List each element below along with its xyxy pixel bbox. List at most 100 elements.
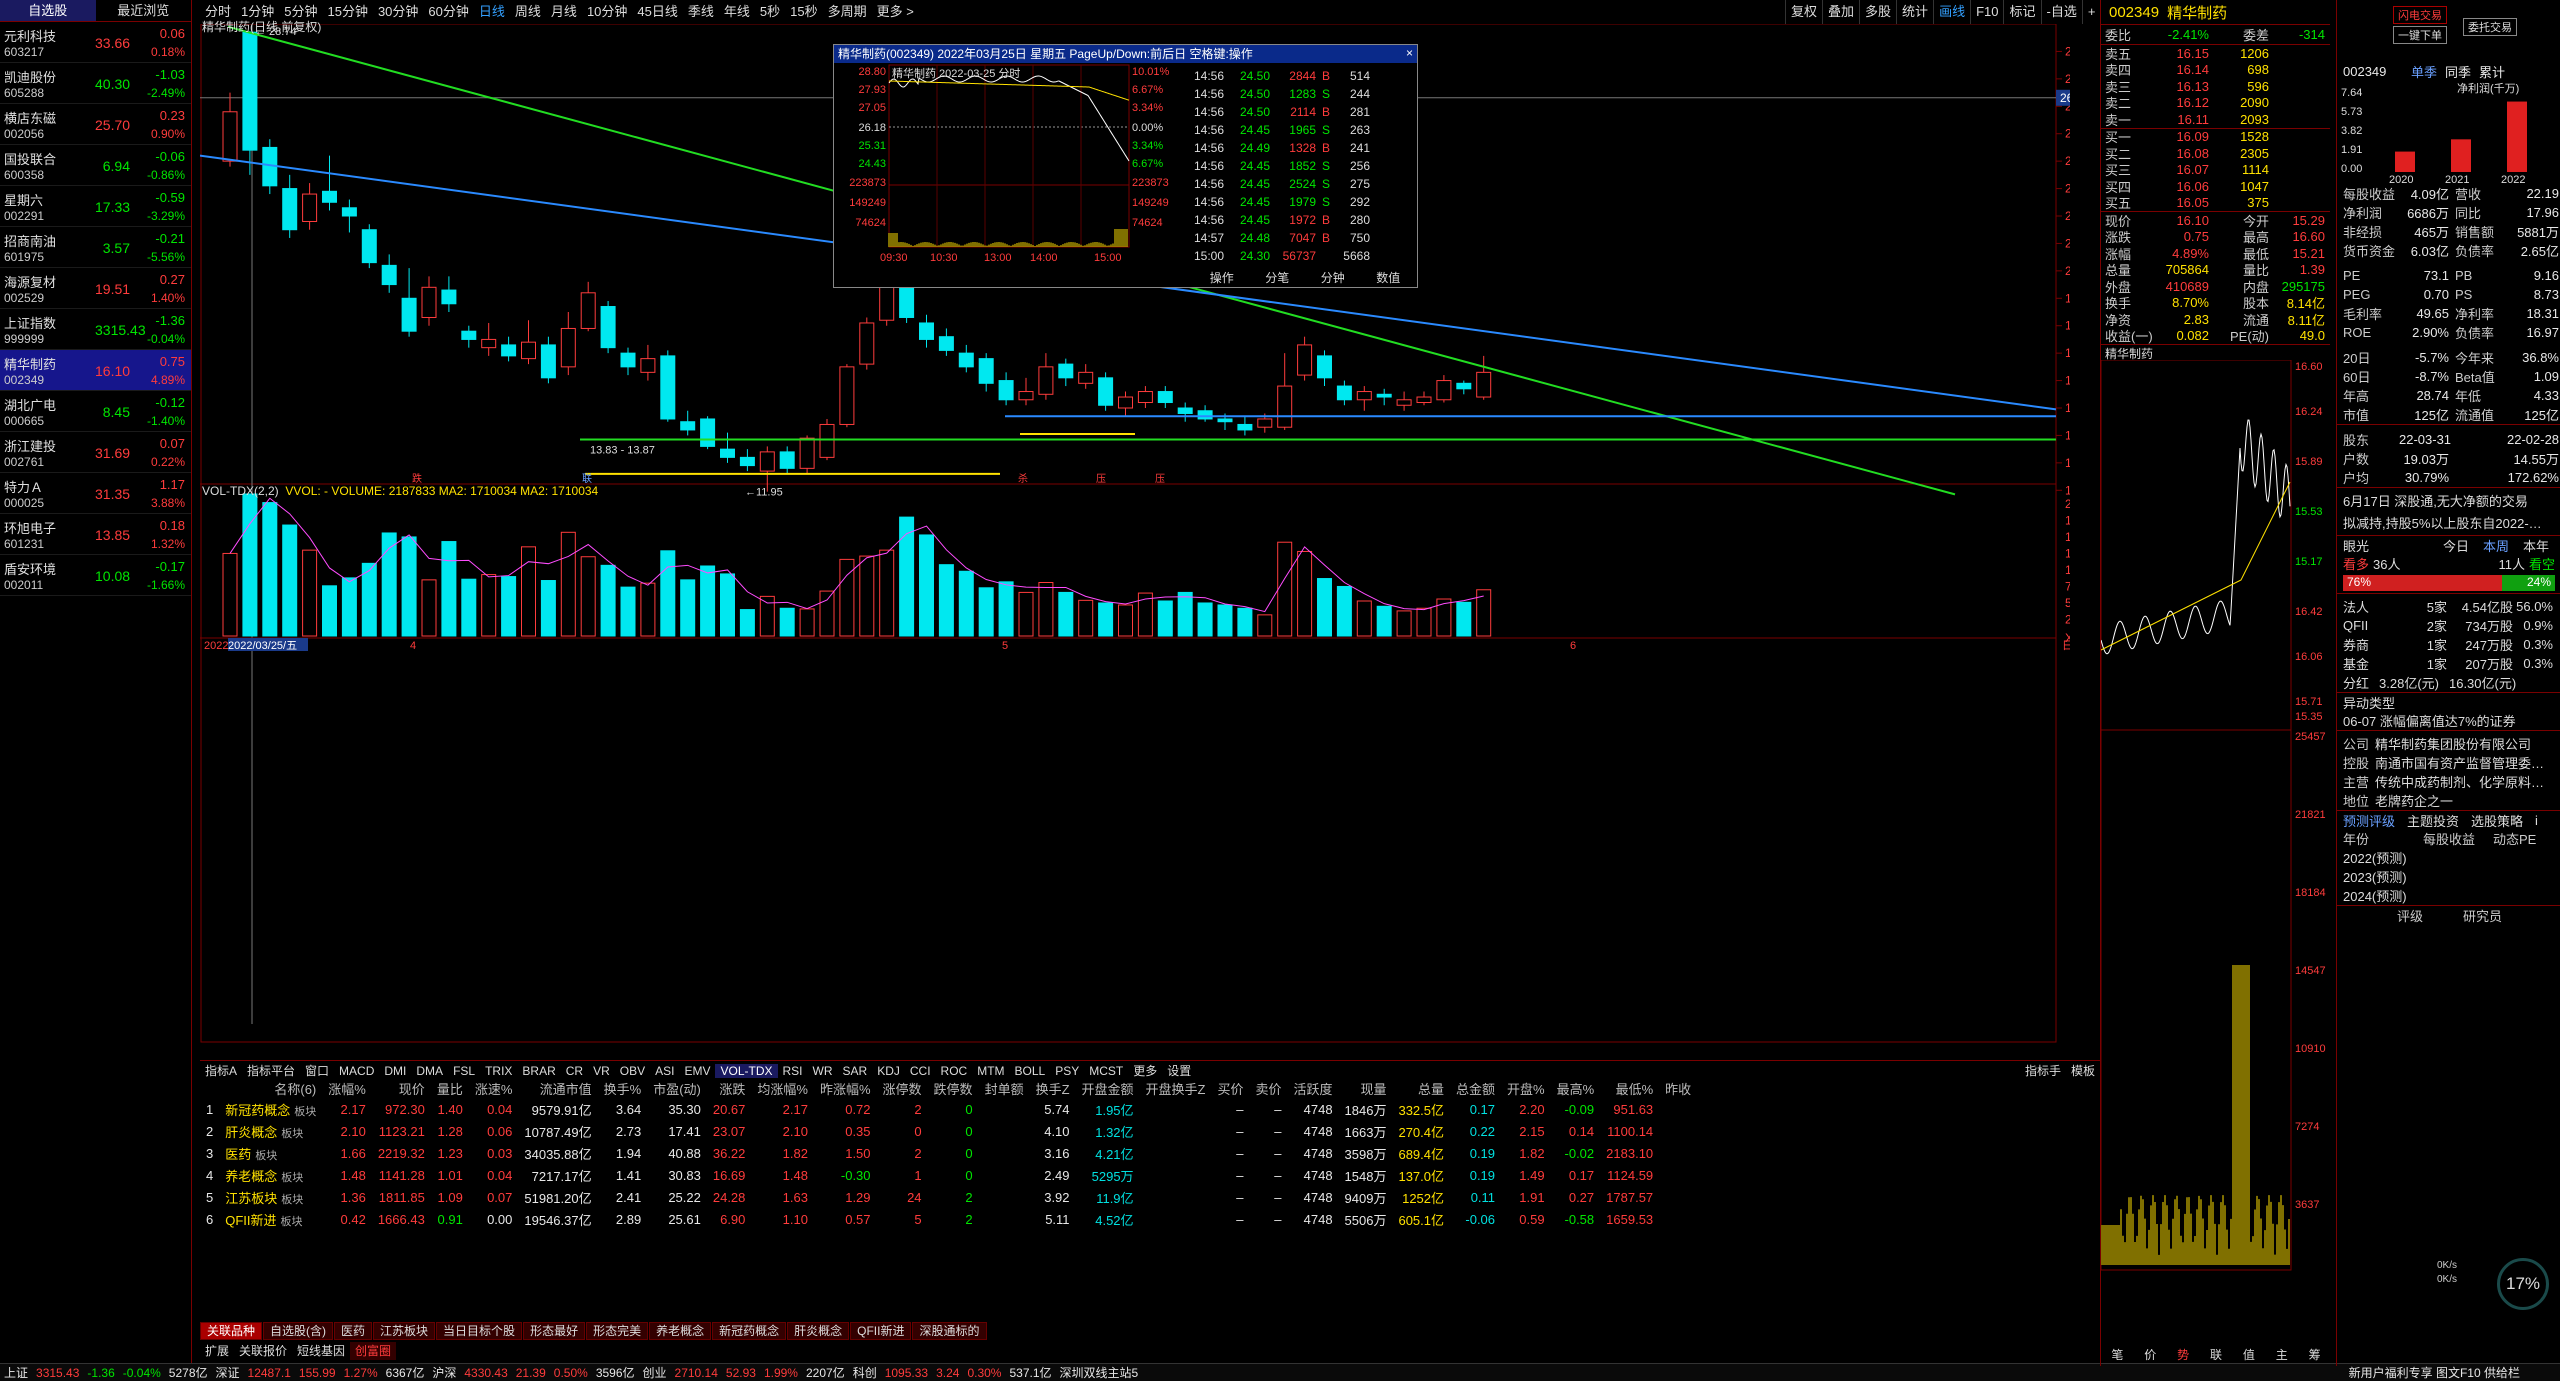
- indicator-tab[interactable]: BOLL: [1010, 1064, 1051, 1078]
- sector-name[interactable]: 肝炎概念 板块: [219, 1120, 322, 1142]
- column-header[interactable]: [200, 1078, 219, 1098]
- indicator-right-2[interactable]: 模板: [2066, 1062, 2100, 1079]
- column-header[interactable]: 涨停数: [877, 1078, 928, 1098]
- close-icon[interactable]: ×: [1406, 46, 1413, 60]
- indicator-tab[interactable]: 指标平台: [242, 1062, 300, 1079]
- indicator-tab[interactable]: WR: [808, 1064, 838, 1078]
- watchlist-row[interactable]: 浙江建投 002761 31.69 0.07 0.22%: [0, 432, 191, 473]
- column-header[interactable]: 总量: [1392, 1078, 1450, 1098]
- watchlist-row[interactable]: 横店东磁 002056 25.70 0.23 0.90%: [0, 104, 191, 145]
- indicator-tab[interactable]: ASI: [650, 1064, 679, 1078]
- tool-button[interactable]: +: [2081, 0, 2101, 24]
- tool-button[interactable]: 多股: [1859, 0, 1896, 24]
- tool-button[interactable]: 标记: [2003, 0, 2040, 24]
- period-button[interactable]: 60分钟: [423, 0, 473, 24]
- column-header[interactable]: 市盈(动): [647, 1078, 707, 1098]
- column-header[interactable]: 开盘%: [1501, 1078, 1551, 1098]
- tool-button[interactable]: 复权: [1785, 0, 1822, 24]
- period-button[interactable]: 年线: [719, 0, 755, 24]
- watchlist-row[interactable]: 招商南油 601975 3.57 -0.21 -5.56%: [0, 227, 191, 268]
- indicator-tab[interactable]: 更多: [1128, 1062, 1162, 1079]
- period-button[interactable]: 30分钟: [373, 0, 423, 24]
- indicator-tab[interactable]: SAR: [838, 1064, 873, 1078]
- period-button[interactable]: 周线: [510, 0, 546, 24]
- flash-trade-button[interactable]: 闪电交易: [2393, 6, 2447, 24]
- popup-button[interactable]: 操作: [1210, 269, 1234, 286]
- sector-tab[interactable]: 深股通标的: [912, 1322, 987, 1340]
- tool-button[interactable]: -自选: [2040, 0, 2082, 24]
- sector-tab[interactable]: 形态完美: [586, 1322, 649, 1340]
- popup-button[interactable]: 数值: [1376, 269, 1400, 286]
- column-header[interactable]: 最高%: [1551, 1078, 1601, 1098]
- tab-cumulative[interactable]: 累计: [2475, 62, 2509, 81]
- tab-same-quarter[interactable]: 同季: [2441, 62, 2475, 81]
- sector-tab[interactable]: 江苏板块: [373, 1322, 436, 1340]
- column-header[interactable]: 现量: [1339, 1078, 1393, 1098]
- sector-tab[interactable]: 养老概念: [649, 1322, 712, 1340]
- indicator-tab[interactable]: MACD: [334, 1064, 379, 1078]
- column-header[interactable]: 开盘换手Z: [1140, 1078, 1212, 1098]
- tab-single-quarter[interactable]: 单季: [2407, 62, 2441, 81]
- period-button[interactable]: 15分钟: [322, 0, 372, 24]
- indicator-tab[interactable]: BRAR: [517, 1064, 560, 1078]
- indicator-tab[interactable]: VR: [588, 1064, 615, 1078]
- one-click-button[interactable]: 一键下单: [2393, 26, 2447, 44]
- column-header[interactable]: 昨涨幅%: [814, 1078, 877, 1098]
- indicator-tab[interactable]: KDJ: [872, 1064, 905, 1078]
- tool-button[interactable]: 画线: [1933, 0, 1970, 24]
- watchlist-row[interactable]: 凯迪股份 605288 40.30 -1.03 -2.49%: [0, 63, 191, 104]
- column-header[interactable]: 封单额: [979, 1078, 1030, 1098]
- quote-tab[interactable]: 价: [2134, 1346, 2167, 1363]
- watchlist-row[interactable]: 特力Ａ 000025 31.35 1.17 3.88%: [0, 473, 191, 514]
- indicator-tab[interactable]: OBV: [615, 1064, 650, 1078]
- table-row[interactable]: 3 医药 板块 1.66 2219.32 1.23 0.03 34035.88亿 1.94 40.…: [200, 1142, 1697, 1164]
- indicator-tab[interactable]: CCI: [905, 1064, 936, 1078]
- tab-self-select[interactable]: 自选股: [0, 0, 96, 21]
- quote-tab[interactable]: 联: [2200, 1346, 2233, 1363]
- indicator-tab[interactable]: DMI: [379, 1064, 411, 1078]
- sector-tab[interactable]: 新冠药概念: [712, 1322, 787, 1340]
- quote-tab[interactable]: 笔: [2101, 1346, 2134, 1363]
- extension-tab[interactable]: 关联报价: [234, 1342, 292, 1360]
- indicator-tab[interactable]: 窗口: [300, 1062, 334, 1079]
- quote-tab[interactable]: 主: [2265, 1346, 2298, 1363]
- sector-name[interactable]: 养老概念 板块: [219, 1164, 322, 1186]
- entrust-button[interactable]: 委托交易: [2463, 18, 2517, 36]
- indicator-tab[interactable]: 指标A: [200, 1062, 242, 1079]
- column-header[interactable]: 开盘金额: [1076, 1078, 1140, 1098]
- column-header[interactable]: 跌停数: [928, 1078, 979, 1098]
- watchlist-row[interactable]: 环旭电子 601231 13.85 0.18 1.32%: [0, 514, 191, 555]
- extension-tab[interactable]: 创富圈: [350, 1342, 397, 1360]
- indicator-tab[interactable]: CR: [561, 1064, 588, 1078]
- watchlist-row[interactable]: 星期六 002291 17.33 -0.59 -3.29%: [0, 186, 191, 227]
- period-button[interactable]: 45日线: [632, 0, 682, 24]
- watchlist-row[interactable]: 上证指数 999999 3315.43 -1.36 -0.04%: [0, 309, 191, 350]
- column-header[interactable]: 换手Z: [1030, 1078, 1076, 1098]
- column-header[interactable]: 昨收: [1659, 1078, 1697, 1098]
- indicator-tab[interactable]: EMV: [679, 1064, 715, 1078]
- period-button[interactable]: 更多 >: [872, 0, 919, 24]
- extension-tab[interactable]: 扩展: [200, 1342, 234, 1360]
- watchlist-row[interactable]: 元利科技 603217 33.66 0.06 0.18%: [0, 22, 191, 63]
- indicator-right-1[interactable]: 指标手: [2020, 1062, 2066, 1079]
- table-row[interactable]: 1 新冠药概念 板块 2.17 972.30 1.40 0.04 9579.91亿 3.64 35…: [200, 1098, 1697, 1120]
- column-header[interactable]: 涨速%: [469, 1078, 519, 1098]
- sector-name[interactable]: QFII新进 板块: [219, 1208, 322, 1230]
- sector-tab[interactable]: 医药: [334, 1322, 373, 1340]
- indicator-tab[interactable]: ROC: [936, 1064, 973, 1078]
- watchlist-row[interactable]: 湖北广电 000665 8.45 -0.12 -1.40%: [0, 391, 191, 432]
- sector-tab[interactable]: 自选股(含): [263, 1322, 334, 1340]
- news-item[interactable]: 拟减持,持股5%以上股东自2022-…: [2337, 513, 2560, 535]
- period-button[interactable]: 多周期: [823, 0, 872, 24]
- quote-tab[interactable]: 值: [2232, 1346, 2265, 1363]
- indicator-tab[interactable]: 设置: [1162, 1062, 1196, 1079]
- anomaly-item[interactable]: 06-07 涨幅偏离值达7%的证券: [2337, 711, 2560, 730]
- column-header[interactable]: 活跃度: [1288, 1078, 1339, 1098]
- watchlist-row[interactable]: 国投联合 600358 6.94 -0.06 -0.86%: [0, 145, 191, 186]
- sector-tab[interactable]: 形态最好: [523, 1322, 586, 1340]
- sentiment-tab[interactable]: 今日: [2437, 536, 2477, 555]
- popup-button[interactable]: 分钟: [1321, 269, 1345, 286]
- news-item[interactable]: 6月17日 深股通,无大净额的交易: [2337, 491, 2560, 513]
- sector-name[interactable]: 新冠药概念 板块: [219, 1098, 322, 1120]
- sector-tab[interactable]: 关联品种: [200, 1322, 263, 1340]
